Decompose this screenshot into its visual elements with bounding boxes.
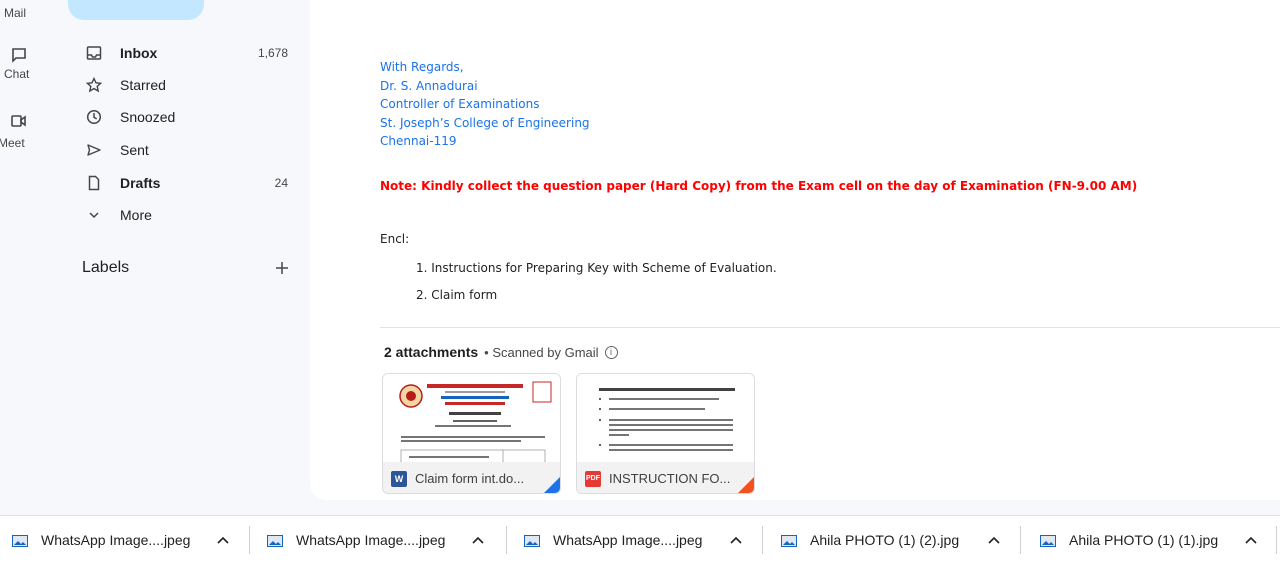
download-item[interactable]: WhatsApp Image....jpeg (12, 516, 238, 563)
nav-item-label: Snoozed (120, 109, 176, 125)
download-bar: WhatsApp Image....jpeg WhatsApp Image...… (0, 515, 1280, 563)
signature-line: St. Joseph’s College of Engineering (380, 115, 590, 130)
folder-nav: Inbox 1,678 Starred Snoozed Sent Drafts … (56, 0, 306, 515)
compose-button[interactable] (68, 0, 204, 20)
chevron-up-icon[interactable] (1244, 533, 1258, 547)
image-file-icon (267, 534, 283, 547)
download-item[interactable]: WhatsApp Image....jpeg (524, 516, 750, 563)
meet-icon (11, 115, 26, 127)
nav-item-snoozed[interactable]: Snoozed (72, 101, 306, 133)
nav-item-starred[interactable]: Starred (72, 69, 306, 101)
rail-mail-label: Mail (4, 6, 27, 20)
encl-item: 2. Claim form (416, 288, 498, 302)
attachment-name: INSTRUCTION FO... (609, 471, 731, 486)
info-icon[interactable]: i (604, 345, 618, 359)
attachment-card[interactable]: W Claim form int.do... (382, 373, 561, 494)
download-item[interactable]: WhatsApp Image....jpeg (267, 516, 493, 563)
chevron-up-icon[interactable] (987, 533, 1001, 547)
signature-block: With Regards, Dr. S. Annadurai Controlle… (380, 58, 590, 151)
send-icon (84, 140, 104, 160)
message-panel: With Regards, Dr. S. Annadurai Controlle… (310, 0, 1280, 500)
attachment-card[interactable]: PDF INSTRUCTION FO... (576, 373, 755, 494)
image-file-icon (1040, 534, 1056, 547)
attachment-name: Claim form int.do... (415, 471, 525, 486)
download-item[interactable]: Ahila PHOTO (1) (2).jpg (781, 516, 1007, 563)
signature-line: Chennai-119 (380, 134, 457, 149)
nav-item-sent[interactable]: Sent (72, 134, 306, 166)
exam-note: Note: Kindly collect the question paper … (380, 179, 1138, 193)
nav-item-label: Starred (120, 77, 166, 93)
nav-item-more[interactable]: More (72, 199, 306, 231)
rail-chat-label: Chat (4, 67, 30, 81)
nav-item-label: More (120, 207, 152, 223)
inbox-icon (84, 43, 104, 63)
plus-icon (276, 262, 288, 274)
download-separator (1020, 526, 1021, 554)
add-label-button[interactable] (272, 258, 292, 278)
chevron-up-icon[interactable] (471, 533, 485, 547)
attachment-footer: PDF INSTRUCTION FO... (577, 462, 754, 493)
nav-item-label: Sent (120, 142, 149, 158)
image-file-icon (12, 534, 28, 547)
app-rail: Mail Chat Meet (0, 0, 56, 515)
rail-meet-label: Meet (0, 136, 25, 150)
scanned-label: • Scanned by Gmail (484, 344, 599, 360)
nav-item-inbox[interactable]: Inbox 1,678 (72, 37, 306, 69)
chevron-down-icon (84, 205, 104, 225)
nav-item-drafts[interactable]: Drafts 24 (72, 167, 306, 199)
star-icon (84, 75, 104, 95)
chevron-up-icon[interactable] (729, 533, 743, 547)
word-icon: W (391, 470, 407, 487)
chevron-up-icon[interactable] (216, 533, 230, 547)
nav-item-label: Drafts (120, 175, 161, 191)
download-separator (1276, 526, 1277, 554)
attachment-footer: W Claim form int.do... (383, 462, 560, 493)
download-separator (249, 526, 250, 554)
clock-icon (84, 107, 104, 127)
draft-icon (84, 173, 104, 193)
unread-count: 1,678 (257, 46, 288, 60)
encl-label: Encl: (380, 232, 410, 246)
download-name: WhatsApp Image....jpeg (41, 532, 191, 548)
corner-fold (736, 475, 754, 493)
download-separator (506, 526, 507, 554)
download-name: WhatsApp Image....jpeg (296, 532, 446, 548)
download-name: Ahila PHOTO (1) (2).jpg (810, 532, 960, 548)
download-name: Ahila PHOTO (1) (1).jpg (1069, 532, 1219, 548)
signature-line: Controller of Examinations (380, 97, 540, 112)
document-preview-thumbnail (383, 374, 560, 466)
signature-line: Dr. S. Annadurai (380, 78, 478, 93)
attachments-header: 2 attachments • Scanned by Gmail i (384, 344, 618, 360)
divider (380, 327, 1280, 328)
draft-count: 24 (274, 176, 288, 190)
pdf-icon: PDF (585, 470, 601, 487)
attachments-count: 2 attachments (384, 344, 479, 360)
image-file-icon (524, 534, 540, 547)
signature-line: With Regards, (380, 60, 464, 74)
nav-item-label: Inbox (120, 45, 158, 61)
download-separator (762, 526, 763, 554)
chat-icon (12, 48, 26, 63)
image-file-icon (781, 534, 797, 547)
download-name: WhatsApp Image....jpeg (553, 532, 703, 548)
corner-fold (542, 475, 560, 493)
encl-item: 1. Instructions for Preparing Key with S… (416, 261, 777, 275)
download-item[interactable]: Ahila PHOTO (1) (1).jpg (1040, 516, 1266, 563)
document-preview-thumbnail (577, 374, 754, 466)
labels-header: Labels (82, 259, 130, 276)
